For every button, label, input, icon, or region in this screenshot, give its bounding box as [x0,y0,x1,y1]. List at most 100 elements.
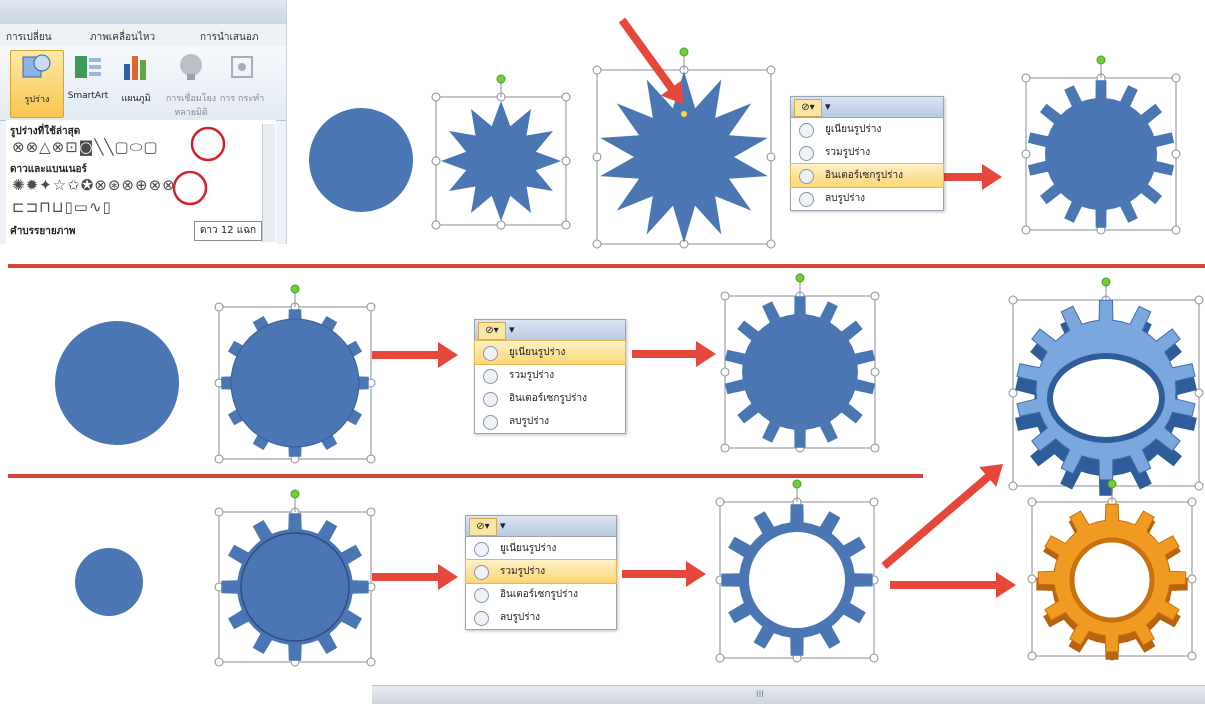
subtract-icon [474,611,489,626]
blue-3d-gear-resize-handle [1008,295,1018,305]
subtract-icon [799,192,814,207]
star-small-resize-handle [561,220,571,230]
gear-and-circle-row3-resize-handle [366,507,376,517]
blue-3d-gear-rotate-handle [1101,277,1111,287]
circle-shape-row3 [75,548,143,616]
union-icon [799,123,814,138]
arrow-to-blue-gear [881,464,1003,569]
intersect-icon [483,392,498,407]
adjust-handle [681,111,687,117]
blue-3d-gear-resize-handle [1194,481,1204,491]
union-result-resize-handle [720,367,730,377]
orange-3d-gear-resize-handle [1027,651,1037,661]
orange-3d-gear-resize-handle [1187,651,1197,661]
union-result-resize-handle [720,291,730,301]
menu-1-toolbar: ⊘▾ ▾ [791,97,943,118]
gear-and-circle-row2-resize-handle [366,454,376,464]
star-small-resize-handle [431,156,441,166]
combine-result-rotate-handle [792,479,802,489]
star-large-resize-handle [592,152,602,162]
union-result-resize-handle [720,443,730,453]
scrollbar-grip-icon: III [756,690,764,700]
menu-2-item-union[interactable]: ยูเนียนรูปร่าง [474,340,626,365]
intersect-icon [799,169,814,184]
combine-result-resize-handle [715,497,725,507]
combine-result-resize-handle [715,653,725,663]
gear-and-circle-row2-resize-handle [366,302,376,312]
gear-and-circle-row3-resize-handle [214,507,224,517]
merge-shapes-menu-2: ⊘▾ ▾ ยูเนียนรูปร่าง รวมรูปร่าง อินเตอร์เซ… [474,319,626,434]
intersect-result-resize-handle [1171,73,1181,83]
star-small-resize-handle [431,220,441,230]
intersect-icon [474,588,489,603]
star-large-rotate-handle [679,47,689,57]
combine-hole [749,532,845,628]
gear-star-result [1027,80,1175,228]
merge-shapes-menu-3: ⊘▾ ▾ ยูเนียนรูปร่าง รวมรูปร่าง อินเตอร์เซ… [465,515,617,630]
star-12-small [441,101,561,221]
combine-result-resize-handle [869,653,879,663]
merge-shapes-menu-1: ⊘▾ ▾ ยูเนียนรูปร่าง รวมรูปร่าง อินเตอร์เซ… [790,96,944,211]
menu-1-item-combine[interactable]: รวมรูปร่าง [791,141,943,164]
menu-1-item-union[interactable]: ยูเนียนรูปร่าง [791,118,943,141]
orange-3d-gear-resize-handle [1187,497,1197,507]
blue-3d-gear-resize-handle [1194,295,1204,305]
star-large-resize-handle [766,65,776,75]
gear-and-circle-row2-rotate-handle [290,284,300,294]
menu-1-item-subtract[interactable]: ลบรูปร่าง [791,187,943,210]
intersect-result-rotate-handle [1096,55,1106,65]
menu-3-item-intersect[interactable]: อินเตอร์เซกรูปร่าง [466,583,616,606]
section-divider-1 [8,264,1205,268]
menu-3-item-combine[interactable]: รวมรูปร่าง [465,559,617,584]
union-result-resize-handle [870,367,880,377]
arrow-row1 [944,164,1002,190]
union-icon [474,542,489,557]
menu-1-item-intersect[interactable]: อินเตอร์เซกรูปร่าง [790,163,944,188]
circle-shape-row2 [55,321,179,445]
union-gear-result [724,296,876,448]
orange-3d-gear-rotate-handle [1107,479,1117,489]
arrow-row2-b [632,341,716,367]
menu-1-caret[interactable]: ▾ [825,100,831,113]
star-large-resize-handle [766,239,776,249]
gear-and-circle-row3-rotate-handle [290,489,300,499]
combine-icon [799,146,814,161]
menu-2-caret[interactable]: ▾ [509,323,515,336]
menu-2-item-intersect[interactable]: อินเตอร์เซกรูปร่าง [475,387,625,410]
menu-2-toolbar: ⊘▾ ▾ [475,320,625,341]
combine-icon [483,369,498,384]
inner-circle-row2 [230,318,360,448]
menu-2-item-subtract[interactable]: ลบรูปร่าง [475,410,625,433]
menu-3-item-subtract[interactable]: ลบรูปร่าง [466,606,616,629]
union-result-resize-handle [870,443,880,453]
menu-3-caret[interactable]: ▾ [500,519,506,532]
star-large-resize-handle [766,152,776,162]
intersect-result-resize-handle [1021,225,1031,235]
combine-icon [474,565,489,580]
subtract-icon [483,415,498,430]
star-small-rotate-handle [496,74,506,84]
orange-3d-gear-resize-handle [1027,574,1037,584]
merge-dropdown-2[interactable]: ⊘▾ [478,322,506,340]
intersect-result-resize-handle [1171,149,1181,159]
arrow-row3-a [372,564,458,590]
star-small-resize-handle [561,92,571,102]
star-small-resize-handle [431,92,441,102]
intersect-result-resize-handle [1021,73,1031,83]
star-large-resize-handle [592,65,602,75]
arrow-to-orange-gear [890,572,1016,598]
horizontal-scrollbar[interactable]: III [372,685,1205,704]
merge-dropdown-1[interactable]: ⊘▾ [794,99,822,117]
menu-3-item-union[interactable]: ยูเนียนรูปร่าง [466,537,616,560]
union-result-rotate-handle [795,273,805,283]
blue-3d-gear-resize-handle [1008,388,1018,398]
merge-dropdown-3[interactable]: ⊘▾ [469,518,497,536]
menu-2-item-combine[interactable]: รวมรูปร่าง [475,364,625,387]
section-divider-2 [8,474,923,478]
orange-3d-gear-resize-handle [1027,497,1037,507]
arrow-row3-b [622,561,706,587]
orange-3d-gear-resize-handle [1187,574,1197,584]
star-small-resize-handle [496,220,506,230]
intersect-result-resize-handle [1021,149,1031,159]
blue-3d-gear-resize-handle [1008,481,1018,491]
